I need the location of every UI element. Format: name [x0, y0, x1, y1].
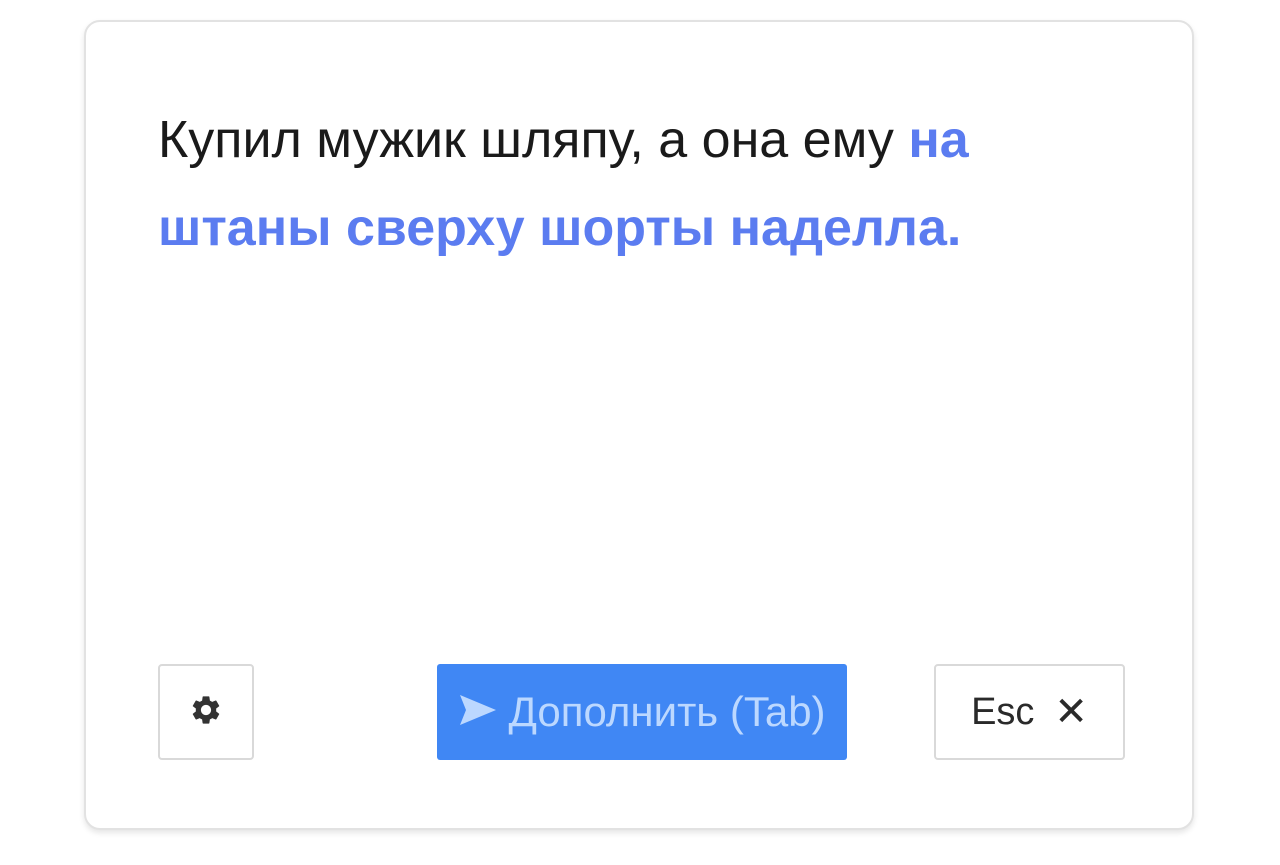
completion-text: Купил мужик шляпу, а она ему на штаны св…	[158, 96, 1118, 272]
send-arrow-icon	[458, 693, 498, 732]
close-icon: ✕	[1054, 690, 1088, 734]
typed-text: Купил мужик шляпу, а она ему	[158, 111, 909, 169]
esc-close-button[interactable]: Esc ✕	[934, 664, 1125, 760]
complete-button-label: Дополнить (Tab)	[508, 688, 826, 735]
completion-popup: Купил мужик шляпу, а она ему на штаны св…	[84, 20, 1194, 830]
complete-button[interactable]: Дополнить (Tab)	[437, 664, 847, 760]
esc-label: Esc	[971, 690, 1035, 733]
settings-button[interactable]	[158, 664, 254, 760]
gear-icon	[189, 693, 223, 732]
